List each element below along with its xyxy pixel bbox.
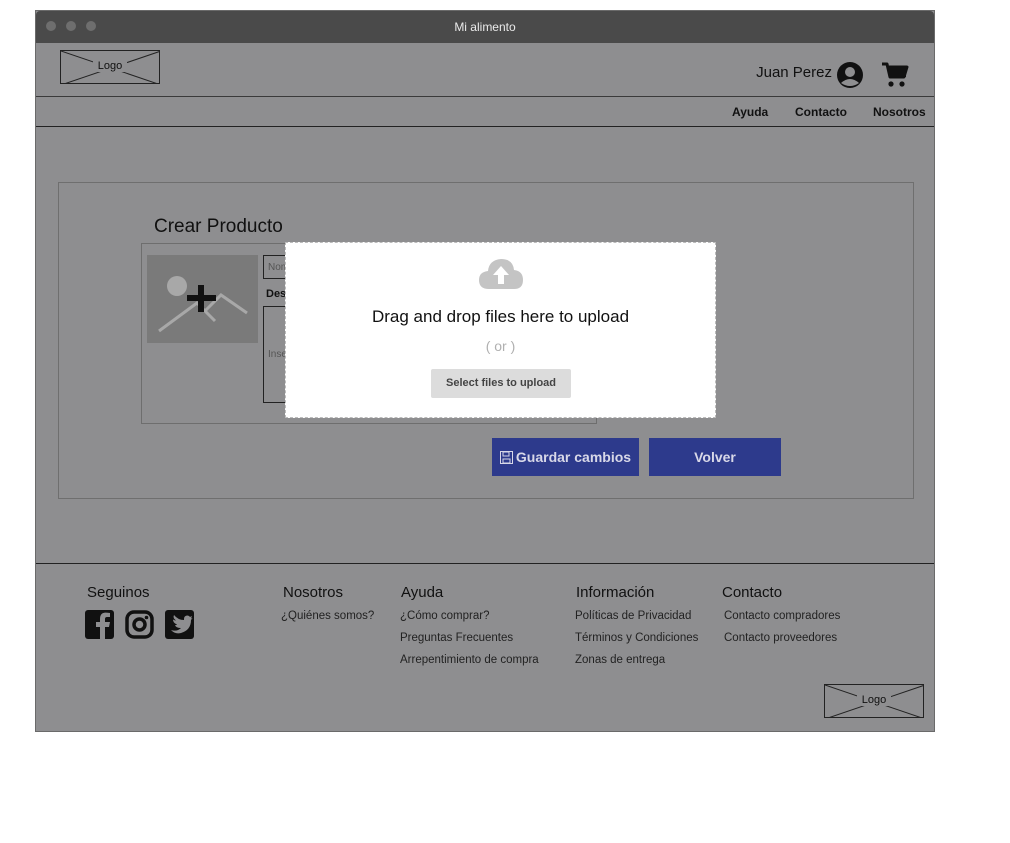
cloud-upload-icon xyxy=(479,259,523,289)
footer-seguinos-title: Seguinos xyxy=(87,584,150,601)
footer-link-privacidad[interactable]: Políticas de Privacidad xyxy=(575,610,691,622)
twitter-icon[interactable] xyxy=(165,610,194,639)
select-files-button[interactable]: Select files to upload xyxy=(431,369,571,398)
nav-nosotros[interactable]: Nosotros xyxy=(873,105,926,119)
cart-icon[interactable] xyxy=(881,61,909,89)
footer-link-arrepentimiento[interactable]: Arrepentimiento de compra xyxy=(400,654,539,666)
file-dropzone[interactable]: Drag and drop files here to upload ( or … xyxy=(285,242,716,418)
save-button-label: Guardar cambios xyxy=(515,449,632,465)
instagram-icon[interactable] xyxy=(125,610,154,639)
add-image-icon xyxy=(158,276,248,333)
site-footer: Seguinos Nosotros ¿Quiénes somos? Ayuda … xyxy=(36,563,934,734)
image-upload-placeholder[interactable] xyxy=(147,255,258,343)
footer-link-proveedores[interactable]: Contacto proveedores xyxy=(724,632,837,644)
footer-link-terminos[interactable]: Términos y Condiciones xyxy=(575,632,698,644)
footer-link-compradores[interactable]: Contacto compradores xyxy=(724,610,840,622)
facebook-icon[interactable] xyxy=(85,610,114,639)
footer-link-como-comprar[interactable]: ¿Cómo comprar? xyxy=(400,610,489,622)
floppy-disk-icon xyxy=(499,451,513,464)
dropzone-or: ( or ) xyxy=(485,338,516,354)
window-title: Mi alimento xyxy=(454,20,516,34)
footer-link-quienes[interactable]: ¿Quiénes somos? xyxy=(281,610,374,622)
nav-contacto[interactable]: Contacto xyxy=(795,105,847,119)
page-title: Crear Producto xyxy=(154,216,283,237)
save-button[interactable]: Guardar cambios xyxy=(492,438,639,476)
footer-link-faq[interactable]: Preguntas Frecuentes xyxy=(400,632,513,644)
logo-text: Logo xyxy=(93,60,127,72)
footer-ayuda-title: Ayuda xyxy=(401,584,444,601)
footer-logo-text: Logo xyxy=(857,694,891,706)
site-header: Logo Juan Perez xyxy=(36,43,934,97)
footer-link-zonas[interactable]: Zonas de entrega xyxy=(575,654,665,666)
footer-informacion-title: Información xyxy=(576,584,655,601)
dropzone-title: Drag and drop files here to upload xyxy=(371,307,630,326)
back-button[interactable]: Volver xyxy=(649,438,781,476)
browser-window: Mi alimento Logo Juan Perez Ayuda Contac… xyxy=(35,10,935,732)
footer-contacto-title: Contacto xyxy=(722,584,783,601)
title-bar: Mi alimento xyxy=(36,11,934,43)
nav-ayuda[interactable]: Ayuda xyxy=(732,105,768,119)
footer-logo[interactable]: Logo xyxy=(824,684,924,718)
header-logo[interactable]: Logo xyxy=(60,50,160,84)
top-nav: Ayuda Contacto Nosotros xyxy=(36,97,934,127)
user-circle-icon[interactable] xyxy=(836,61,864,89)
user-name[interactable]: Juan Perez xyxy=(756,64,832,81)
footer-nosotros-title: Nosotros xyxy=(283,584,344,601)
